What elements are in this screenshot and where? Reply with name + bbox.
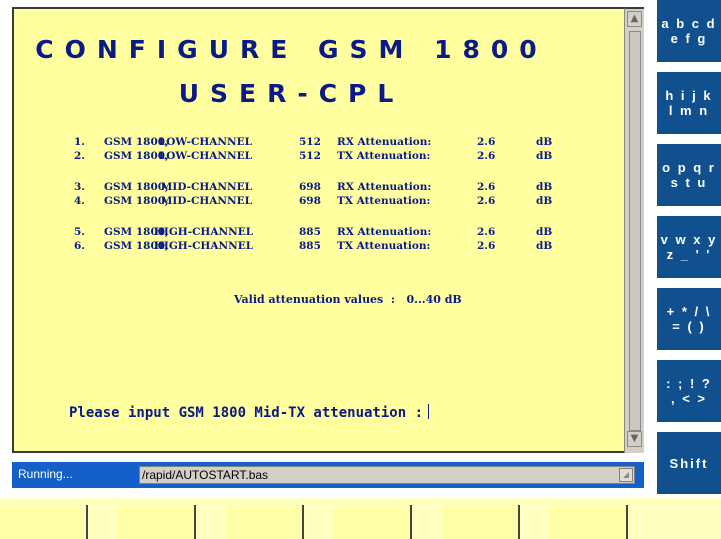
bottom-softkey-1[interactable] bbox=[0, 505, 84, 539]
row-number: 4. bbox=[74, 195, 85, 207]
row-unit: dB bbox=[536, 226, 553, 238]
page-subtitle: USER-CPL bbox=[178, 79, 405, 108]
script-path-field[interactable]: /rapid/AUTOSTART.bas bbox=[139, 466, 635, 484]
row-direction: RX Attenuation: bbox=[337, 181, 432, 193]
screen: CONFIGURE GSM 1800 USER-CPL 1. GSM 1800,… bbox=[0, 0, 721, 539]
row-arfcn: 698 bbox=[299, 195, 321, 207]
config-row: 4. GSM 1800, MID-CHANNEL 698 TX Attenuat… bbox=[74, 195, 552, 208]
bottom-softkey-2[interactable] bbox=[118, 505, 194, 539]
row-number: 1. bbox=[74, 136, 85, 148]
bottom-softkey-5[interactable] bbox=[442, 505, 518, 539]
text-cursor bbox=[428, 404, 430, 419]
row-arfcn: 698 bbox=[299, 181, 321, 193]
scroll-up-arrow-icon[interactable]: ▲ bbox=[627, 11, 642, 27]
bottom-divider bbox=[626, 505, 628, 539]
shift-button[interactable]: Shift bbox=[656, 432, 721, 494]
prompt-label: Please input GSM 1800 Mid-TX attenuation… bbox=[69, 405, 424, 421]
bottom-softkey-3[interactable] bbox=[226, 505, 302, 539]
script-path: /rapid/AUTOSTART.bas bbox=[142, 468, 269, 482]
main-display: CONFIGURE GSM 1800 USER-CPL 1. GSM 1800,… bbox=[12, 7, 624, 453]
row-value: 2.6 bbox=[477, 181, 496, 193]
row-channel: HIGH-CHANNEL bbox=[154, 240, 254, 252]
bottom-softkey-6[interactable] bbox=[550, 505, 626, 539]
row-channel: LOW-CHANNEL bbox=[158, 136, 252, 148]
bottom-divider bbox=[194, 505, 196, 539]
row-number: 6. bbox=[74, 240, 85, 252]
row-value: 2.6 bbox=[477, 150, 496, 162]
row-number: 3. bbox=[74, 181, 85, 193]
status-bar: Running... /rapid/AUTOSTART.bas bbox=[12, 462, 644, 488]
scrollbar-track[interactable] bbox=[629, 31, 641, 431]
softkey-punctuation[interactable]: : ; ! ? , < > bbox=[656, 360, 721, 422]
row-direction: TX Attenuation: bbox=[337, 240, 431, 252]
row-arfcn: 512 bbox=[299, 136, 321, 148]
row-arfcn: 885 bbox=[299, 240, 321, 252]
row-direction: TX Attenuation: bbox=[337, 195, 431, 207]
row-value: 2.6 bbox=[477, 226, 496, 238]
row-channel: MID-CHANNEL bbox=[160, 181, 252, 193]
row-unit: dB bbox=[536, 150, 553, 162]
softkey-opqrstu[interactable]: o p q r s t u bbox=[656, 144, 721, 206]
bottom-divider bbox=[302, 505, 304, 539]
config-row: 5. GSM 1800, HIGH-CHANNEL 885 RX Attenua… bbox=[74, 226, 552, 239]
row-number: 2. bbox=[74, 150, 85, 162]
row-value: 2.6 bbox=[477, 240, 496, 252]
bottom-divider bbox=[410, 505, 412, 539]
row-number: 5. bbox=[74, 226, 85, 238]
dropdown-icon[interactable] bbox=[619, 468, 633, 482]
config-row: 6. GSM 1800, HIGH-CHANNEL 885 TX Attenua… bbox=[74, 240, 552, 253]
row-channel: MID-CHANNEL bbox=[160, 195, 252, 207]
row-unit: dB bbox=[536, 136, 553, 148]
config-row: 1. GSM 1800, LOW-CHANNEL 512 RX Attenuat… bbox=[74, 136, 552, 149]
row-unit: dB bbox=[536, 240, 553, 252]
config-row: 2. GSM 1800, LOW-CHANNEL 512 TX Attenuat… bbox=[74, 150, 552, 163]
row-direction: RX Attenuation: bbox=[337, 136, 432, 148]
row-direction: RX Attenuation: bbox=[337, 226, 432, 238]
softkey-column: a b c d e f g h i j k l m n o p q r s t … bbox=[656, 0, 721, 498]
scroll-down-arrow-icon[interactable]: ▼ bbox=[627, 431, 642, 447]
row-value: 2.6 bbox=[477, 195, 496, 207]
softkey-abcdefg[interactable]: a b c d e f g bbox=[656, 0, 721, 62]
row-channel: LOW-CHANNEL bbox=[158, 150, 252, 162]
row-unit: dB bbox=[536, 195, 553, 207]
row-arfcn: 512 bbox=[299, 150, 321, 162]
status-text: Running... bbox=[18, 467, 73, 481]
page-title: CONFIGURE GSM 1800 bbox=[35, 35, 548, 64]
softkey-vwxyz[interactable]: v w x y z _ ' ' bbox=[656, 216, 721, 278]
row-unit: dB bbox=[536, 181, 553, 193]
bottom-divider bbox=[86, 505, 88, 539]
config-row: 3. GSM 1800, MID-CHANNEL 698 RX Attenuat… bbox=[74, 181, 552, 194]
row-arfcn: 885 bbox=[299, 226, 321, 238]
vertical-scrollbar[interactable]: ▲ ▼ bbox=[624, 7, 644, 453]
input-prompt[interactable]: Please input GSM 1800 Mid-TX attenuation… bbox=[69, 404, 430, 421]
row-channel: HIGH-CHANNEL bbox=[154, 226, 254, 238]
row-direction: TX Attenuation: bbox=[337, 150, 431, 162]
row-value: 2.6 bbox=[477, 136, 496, 148]
valid-range-note: Valid attenuation values : 0...40 dB bbox=[234, 293, 462, 306]
bottom-divider bbox=[518, 505, 520, 539]
bottom-softkey-4[interactable] bbox=[334, 505, 410, 539]
softkey-operators[interactable]: + * / \ = ( ) bbox=[656, 288, 721, 350]
softkey-hijklmn[interactable]: h i j k l m n bbox=[656, 72, 721, 134]
